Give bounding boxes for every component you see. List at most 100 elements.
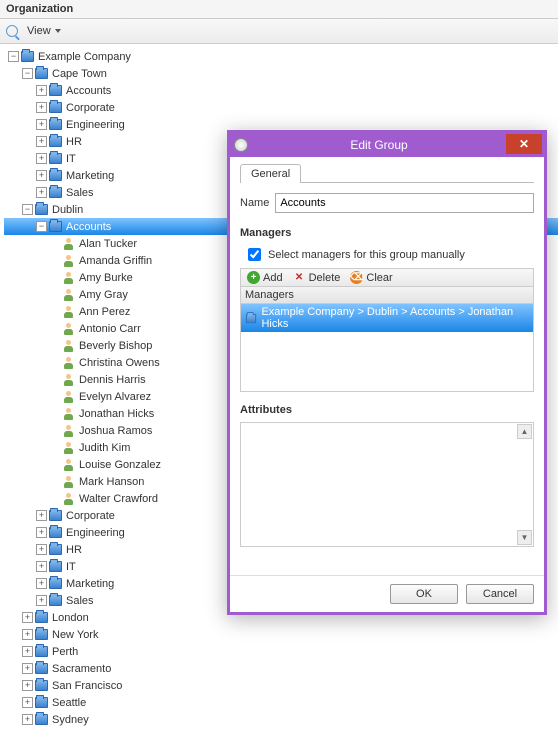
- collapse-icon[interactable]: −: [22, 204, 33, 215]
- tree-label: IT: [64, 561, 78, 573]
- scroll-down-button[interactable]: ▼: [517, 530, 532, 545]
- folder-icon: [49, 510, 62, 521]
- expand-icon[interactable]: +: [36, 170, 47, 181]
- expand-icon[interactable]: +: [36, 153, 47, 164]
- view-dropdown[interactable]: View: [21, 22, 67, 40]
- folder-icon: [49, 595, 62, 606]
- view-label: View: [27, 25, 51, 37]
- expand-icon[interactable]: +: [22, 697, 33, 708]
- tree-label: Jonathan Hicks: [77, 408, 156, 420]
- tree-label: HR: [64, 136, 84, 148]
- tree-node[interactable]: + Accounts: [4, 82, 558, 99]
- tree-label: Accounts: [64, 85, 113, 97]
- folder-icon: [35, 663, 48, 674]
- folder-icon: [246, 313, 257, 322]
- collapse-icon[interactable]: −: [8, 51, 19, 62]
- delete-label: Delete: [309, 272, 341, 284]
- expand-icon[interactable]: +: [36, 119, 47, 130]
- cancel-button[interactable]: Cancel: [466, 584, 534, 604]
- folder-icon: [49, 221, 62, 232]
- expand-icon[interactable]: +: [36, 544, 47, 555]
- clear-button[interactable]: ⌫ Clear: [350, 271, 392, 284]
- tree-node[interactable]: + Sydney: [4, 711, 558, 728]
- tree-label: Mark Hanson: [77, 476, 146, 488]
- tree-node[interactable]: + New York: [4, 626, 558, 643]
- grid-row-text: Example Company > Dublin > Accounts > Jo…: [261, 306, 529, 330]
- expand-icon[interactable]: +: [36, 510, 47, 521]
- tree-label: Dennis Harris: [77, 374, 148, 386]
- tree-node[interactable]: + Sacramento: [4, 660, 558, 677]
- tree-label: Dublin: [50, 204, 85, 216]
- close-button[interactable]: ✕: [506, 134, 542, 154]
- tree-label: Engineering: [64, 119, 127, 131]
- tree-label: IT: [64, 153, 78, 165]
- ok-button[interactable]: OK: [390, 584, 458, 604]
- add-icon: +: [247, 271, 260, 284]
- folder-icon: [49, 561, 62, 572]
- expand-icon[interactable]: +: [36, 102, 47, 113]
- app-icon: [234, 138, 248, 152]
- tree-label: Example Company: [36, 51, 133, 63]
- grid-header[interactable]: Managers: [241, 287, 533, 304]
- person-icon: [63, 391, 75, 403]
- tree-label: Amy Burke: [77, 272, 135, 284]
- tree-node-capetown[interactable]: − Cape Town: [4, 65, 558, 82]
- spacer: [50, 391, 61, 402]
- scroll-up-button[interactable]: ▲: [517, 424, 532, 439]
- spacer: [50, 323, 61, 334]
- chevron-down-icon: [55, 29, 61, 33]
- spacer: [50, 255, 61, 266]
- managers-grid-row[interactable]: Example Company > Dublin > Accounts > Jo…: [241, 304, 533, 332]
- search-icon: [6, 25, 18, 37]
- expand-icon[interactable]: +: [36, 187, 47, 198]
- expand-icon[interactable]: +: [36, 136, 47, 147]
- expand-icon[interactable]: +: [36, 578, 47, 589]
- tree-label: Judith Kim: [77, 442, 132, 454]
- folder-icon: [35, 612, 48, 623]
- collapse-icon[interactable]: −: [36, 221, 47, 232]
- tree-node[interactable]: + Perth: [4, 643, 558, 660]
- expand-icon[interactable]: +: [36, 527, 47, 538]
- attributes-label: Attributes: [240, 404, 534, 416]
- dialog-title: Edit Group: [252, 138, 506, 152]
- folder-icon: [35, 646, 48, 657]
- tree-label: Cape Town: [50, 68, 109, 80]
- clear-label: Clear: [366, 272, 392, 284]
- expand-icon[interactable]: +: [22, 612, 33, 623]
- edit-group-dialog: Edit Group ✕ General Name Managers Selec…: [227, 130, 547, 615]
- expand-icon[interactable]: +: [22, 714, 33, 725]
- tree-label: Christina Owens: [77, 357, 162, 369]
- expand-icon[interactable]: +: [36, 85, 47, 96]
- tree-node[interactable]: + Corporate: [4, 99, 558, 116]
- expand-icon[interactable]: +: [22, 646, 33, 657]
- expand-icon[interactable]: +: [36, 561, 47, 572]
- expand-icon[interactable]: +: [22, 663, 33, 674]
- attributes-box[interactable]: ▲ ▼: [240, 422, 534, 547]
- name-input[interactable]: [275, 193, 534, 213]
- tree-node[interactable]: + San Francisco: [4, 677, 558, 694]
- managers-grid: Managers Example Company > Dublin > Acco…: [240, 287, 534, 392]
- add-button[interactable]: + Add: [247, 271, 283, 284]
- close-icon: ✕: [519, 137, 529, 151]
- tree-label: Joshua Ramos: [77, 425, 154, 437]
- tree-node-root[interactable]: − Example Company: [4, 48, 558, 65]
- spacer: [50, 493, 61, 504]
- folder-icon: [35, 68, 48, 79]
- spacer: [50, 306, 61, 317]
- tree-node[interactable]: + Seattle: [4, 694, 558, 711]
- expand-icon[interactable]: +: [22, 680, 33, 691]
- dialog-titlebar[interactable]: Edit Group ✕: [230, 133, 544, 157]
- delete-icon: [293, 271, 306, 284]
- expand-icon[interactable]: +: [22, 629, 33, 640]
- folder-icon: [49, 136, 62, 147]
- collapse-icon[interactable]: −: [22, 68, 33, 79]
- person-icon: [63, 323, 75, 335]
- tree-label: Alan Tucker: [77, 238, 139, 250]
- expand-icon[interactable]: +: [36, 595, 47, 606]
- tree-label: Sydney: [50, 714, 91, 726]
- tab-general[interactable]: General: [240, 164, 301, 183]
- tree-label: Antonio Carr: [77, 323, 143, 335]
- manual-managers-checkbox[interactable]: [248, 248, 261, 261]
- delete-button[interactable]: Delete: [293, 271, 341, 284]
- person-icon: [63, 272, 75, 284]
